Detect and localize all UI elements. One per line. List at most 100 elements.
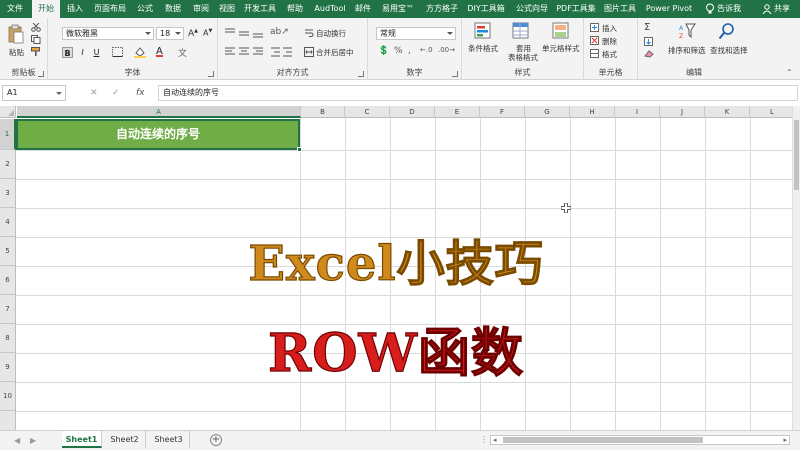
sort-filter-button[interactable]: 排序和筛选 (668, 45, 706, 56)
grow-font-button[interactable]: A▲ (188, 28, 198, 39)
add-sheet-button[interactable]: + (210, 434, 222, 446)
paste-icon[interactable] (8, 24, 24, 44)
tab-mail[interactable]: 邮件 (350, 0, 376, 18)
scroll-right-arrow[interactable]: ▸ (783, 436, 787, 444)
format-as-table-line2[interactable]: 表格格式 (508, 52, 538, 63)
tab-formulas[interactable]: 公式 (132, 0, 158, 18)
borders-icon[interactable] (112, 47, 124, 58)
merge-center-button[interactable]: 合并后居中 (316, 47, 354, 58)
column-header-i[interactable]: I (615, 106, 660, 118)
cell-styles-icon[interactable] (552, 22, 570, 40)
format-painter-icon[interactable] (31, 47, 41, 56)
shrink-font-button[interactable]: A▼ (203, 28, 212, 38)
orientation-icon[interactable]: ab↗ (270, 27, 289, 37)
prev-sheet-arrow[interactable]: ◀ (14, 436, 20, 445)
insert-cells-icon[interactable] (590, 23, 599, 32)
format-cells-button[interactable]: 格式 (602, 49, 617, 60)
formula-input[interactable]: 自动连续的序号 (158, 85, 798, 101)
column-header-l[interactable]: L (750, 106, 792, 118)
paste-button-label[interactable]: 粘贴 (9, 47, 24, 58)
format-cells-icon[interactable] (590, 49, 599, 58)
decrease-decimal-icon[interactable]: .00→ (438, 46, 455, 54)
tab-power-pivot[interactable]: Power Pivot (642, 0, 696, 18)
tab-audtool[interactable]: AudTool (310, 0, 350, 18)
cell-a1[interactable]: 自动连续的序号 (16, 119, 300, 150)
column-header-e[interactable]: E (435, 106, 480, 118)
sheet-tab-1[interactable]: Sheet1 (62, 431, 102, 448)
conditional-formatting-icon[interactable] (474, 22, 492, 40)
column-header-g[interactable]: G (525, 106, 570, 118)
column-header-b[interactable]: B (301, 106, 345, 118)
currency-icon[interactable]: 💲 (378, 46, 389, 56)
select-all-corner[interactable] (0, 106, 16, 118)
collapse-ribbon-icon[interactable]: ⌃ (786, 68, 793, 77)
bold-button[interactable]: B (62, 47, 73, 58)
delete-cells-icon[interactable] (590, 36, 599, 45)
fill-icon[interactable] (644, 37, 654, 46)
column-header-f[interactable]: F (480, 106, 525, 118)
row-header-3[interactable]: 3 (0, 179, 16, 208)
tab-easyuse[interactable]: 易用宝™ (378, 0, 418, 18)
scroll-left-arrow[interactable]: ◂ (493, 436, 497, 444)
alignment-launcher[interactable] (358, 71, 364, 77)
column-header-j[interactable]: J (660, 106, 705, 118)
tab-developer[interactable]: 开发工具 (240, 0, 280, 18)
number-format-combo[interactable]: 常规 (376, 27, 456, 40)
row-header-2[interactable]: 2 (0, 150, 16, 179)
copy-icon[interactable] (31, 35, 41, 44)
row-header-10[interactable]: 10 (0, 382, 16, 411)
percent-icon[interactable]: % (394, 46, 403, 56)
next-sheet-arrow[interactable]: ▶ (30, 436, 36, 445)
format-as-table-icon[interactable] (512, 22, 530, 40)
sheet-tab-2[interactable]: Sheet2 (104, 431, 146, 448)
horizontal-align-icons[interactable] (224, 47, 266, 57)
tab-split-handle[interactable]: ⋮ (480, 435, 488, 444)
tell-me-search[interactable]: 告诉我 (717, 0, 741, 18)
font-size-combo[interactable]: 18 (156, 27, 184, 40)
worksheet-grid[interactable]: A B C D E F G H I J K L 1 2 3 4 5 6 7 8 … (0, 106, 792, 430)
tab-file[interactable]: 文件 (2, 0, 28, 18)
tab-page-layout[interactable]: 页面布局 (90, 0, 130, 18)
insert-function-icon[interactable]: fx (136, 85, 145, 101)
indent-icons[interactable] (270, 47, 294, 57)
insert-cells-button[interactable]: 插入 (602, 23, 617, 34)
column-header-a[interactable]: A (17, 106, 301, 118)
wrap-text-icon[interactable] (304, 28, 314, 38)
find-select-button[interactable]: 查找和选择 (710, 45, 748, 56)
column-header-h[interactable]: H (570, 106, 615, 118)
clipboard-launcher[interactable] (38, 71, 44, 77)
tab-pdf-tools[interactable]: PDF工具集 (554, 0, 598, 18)
vertical-scroll-thumb[interactable] (794, 120, 799, 190)
tab-diy-toolbox[interactable]: DIY工具箱 (464, 0, 508, 18)
row-header-1[interactable]: 1 (0, 119, 16, 150)
name-box[interactable]: A1 (2, 85, 66, 101)
sort-filter-icon[interactable]: AZ (678, 22, 696, 40)
cell-styles-button[interactable]: 单元格样式 (542, 43, 580, 54)
font-color-icon[interactable]: A (156, 46, 163, 57)
fill-handle[interactable] (297, 147, 302, 152)
find-select-icon[interactable] (718, 22, 736, 40)
number-launcher[interactable] (452, 71, 458, 77)
font-name-combo[interactable]: 微软雅黑 (62, 27, 154, 40)
delete-cells-button[interactable]: 删除 (602, 36, 617, 47)
autosum-icon[interactable]: Σ (644, 22, 650, 33)
tab-formula-wizard[interactable]: 公式向导 (510, 0, 554, 18)
italic-button[interactable]: I (77, 47, 88, 58)
tab-data[interactable]: 数据 (160, 0, 186, 18)
tab-help[interactable]: 帮助 (282, 0, 308, 18)
column-header-c[interactable]: C (345, 106, 390, 118)
tab-insert[interactable]: 插入 (62, 0, 88, 18)
increase-decimal-icon[interactable]: ←.0 (420, 46, 433, 54)
row-header-11[interactable] (0, 411, 16, 430)
font-launcher[interactable] (208, 71, 214, 77)
tab-view[interactable]: 视图 (214, 0, 240, 18)
vertical-align-icons[interactable] (224, 28, 266, 38)
share-person-icon[interactable] (762, 4, 772, 14)
enter-formula-icon[interactable]: ✓ (112, 85, 120, 101)
sheet-tab-3[interactable]: Sheet3 (148, 431, 190, 448)
lightbulb-icon[interactable] (705, 3, 715, 15)
vertical-scrollbar[interactable] (792, 106, 800, 430)
clear-icon[interactable] (644, 49, 654, 58)
wrap-text-button[interactable]: 自动换行 (316, 28, 346, 39)
tab-review[interactable]: 审阅 (188, 0, 214, 18)
